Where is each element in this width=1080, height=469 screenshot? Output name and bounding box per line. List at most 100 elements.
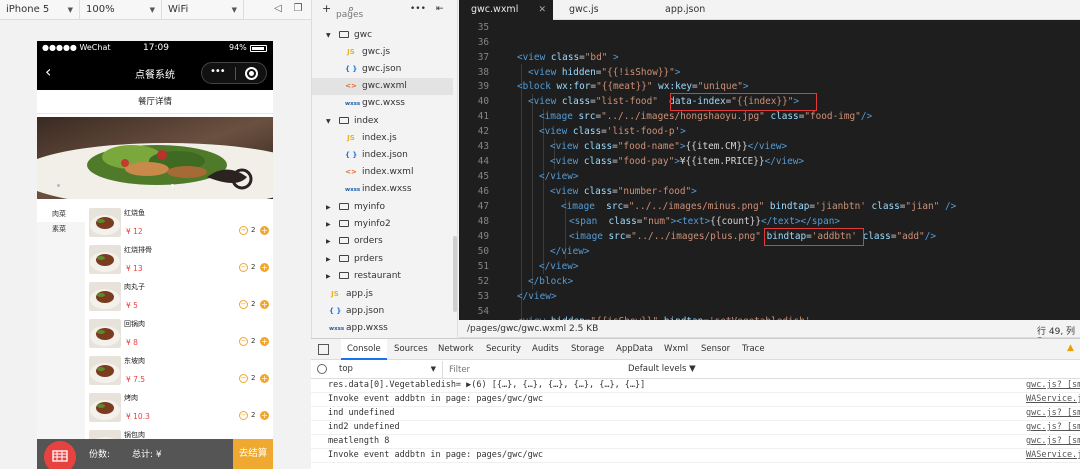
- tree-file-index-json[interactable]: { } index.json: [312, 147, 458, 164]
- code-line: <view class="food-name">{{item.CM}}</vie…: [550, 141, 788, 152]
- filter-input[interactable]: [449, 362, 609, 377]
- minus-icon[interactable]: −: [239, 226, 248, 235]
- tab-sensor[interactable]: Sensor: [695, 339, 736, 360]
- minus-icon[interactable]: −: [239, 263, 248, 272]
- tree-file-index-wxss[interactable]: wxss index.wxss: [312, 181, 458, 198]
- food-item: 回锅肉 ¥ 8 − 2 +: [87, 315, 273, 352]
- zoom-label: 100%: [86, 4, 115, 15]
- tree-file-index-js[interactable]: JS index.js: [312, 130, 458, 147]
- tab-gwc-wxml[interactable]: gwc.wxml ✕: [459, 0, 553, 20]
- tab-storage[interactable]: Storage: [565, 339, 610, 360]
- devtools-panel: Console Sources Network Security Audits …: [311, 338, 1080, 469]
- minus-icon[interactable]: −: [239, 337, 248, 346]
- log-source-link[interactable]: gwc.js? [sm]: [1026, 422, 1080, 432]
- more-dots-icon[interactable]: •••: [210, 66, 226, 77]
- code-editor[interactable]: 35 36 37 38 39 40 41 42 43 44 45 46 47 4…: [459, 20, 1080, 320]
- plus-icon[interactable]: +: [260, 263, 269, 272]
- tab-console[interactable]: Console: [341, 339, 387, 360]
- tab-audits[interactable]: Audits: [526, 339, 565, 360]
- food-name: 红烧排骨: [124, 246, 152, 254]
- context-select[interactable]: top ▼: [339, 361, 443, 378]
- checkout-button[interactable]: 去结算: [233, 439, 273, 469]
- volume-icon[interactable]: ◁: [272, 3, 284, 15]
- cart-icon[interactable]: [44, 441, 76, 469]
- food-count: 2: [251, 226, 256, 234]
- tab-trace[interactable]: Trace: [736, 339, 771, 360]
- add-file-icon[interactable]: +: [322, 2, 331, 15]
- explorer-scrollbar[interactable]: [453, 236, 457, 312]
- food-name: 肉丸子: [124, 283, 145, 291]
- tree-folder-gwc[interactable]: ▼ gwc: [312, 27, 458, 44]
- zoom-select[interactable]: 100% ▼: [80, 0, 162, 20]
- folder-icon: [339, 117, 349, 124]
- tree-folder-myinfo[interactable]: ▶ myinfo: [312, 199, 458, 216]
- banner-indicator[interactable]: [57, 184, 60, 187]
- wxml-file-icon: <>: [345, 82, 357, 90]
- food-price: ¥ 8: [126, 338, 138, 347]
- food-image: [89, 393, 121, 422]
- tree-folder-prders[interactable]: ▶ prders: [312, 251, 458, 268]
- console-log-line: meatlength 8 gwc.js? [sm]: [311, 435, 1080, 449]
- tab-app-json[interactable]: app.json: [653, 0, 743, 20]
- chevron-right-icon: ▶: [326, 273, 331, 280]
- plus-icon[interactable]: +: [260, 374, 269, 383]
- tree-file-gwc-js[interactable]: JS gwc.js: [312, 44, 458, 61]
- minus-icon[interactable]: −: [239, 300, 248, 309]
- minus-icon[interactable]: −: [239, 411, 248, 420]
- tab-security[interactable]: Security: [480, 339, 527, 360]
- tab-gwc-js[interactable]: gwc.js: [557, 0, 647, 20]
- minus-icon[interactable]: −: [239, 374, 248, 383]
- tree-file-app-wxss[interactable]: wxss app.wxss: [312, 320, 458, 337]
- banner-indicator-active[interactable]: [171, 184, 174, 187]
- tree-file-gwc-wxss[interactable]: wxss gwc.wxss: [312, 95, 458, 112]
- log-source-link[interactable]: gwc.js? [sm]: [1026, 380, 1080, 390]
- tree-file-app-json[interactable]: { } app.json: [312, 303, 458, 320]
- food-image: [89, 319, 121, 348]
- console-log-line: res.data[0].Vegetabledish= ▶(6) [{…}, {……: [311, 379, 1080, 393]
- clear-console-icon[interactable]: [317, 364, 327, 374]
- log-source-link[interactable]: gwc.js? [sm]: [1026, 408, 1080, 418]
- plus-icon[interactable]: +: [260, 300, 269, 309]
- log-message: meatlength 8: [328, 436, 390, 446]
- tree-folder-pages[interactable]: pages: [336, 10, 458, 20]
- category-item[interactable]: 肉菜: [37, 207, 85, 222]
- tab-appdata[interactable]: AppData: [610, 339, 659, 360]
- levels-select[interactable]: Default levels ▼: [628, 364, 696, 374]
- log-source-link[interactable]: WAService.js: [1026, 450, 1080, 460]
- close-mini-program-icon[interactable]: [245, 67, 258, 80]
- code-line: </view>: [539, 261, 579, 272]
- close-icon[interactable]: ✕: [538, 0, 546, 20]
- category-item[interactable]: 素菜: [37, 222, 85, 237]
- plus-icon[interactable]: +: [260, 226, 269, 235]
- warning-icon[interactable]: ▲: [1067, 343, 1074, 353]
- plus-icon[interactable]: +: [260, 337, 269, 346]
- tree-file-gwc-json[interactable]: { } gwc.json: [312, 61, 458, 78]
- code-line: </view>: [539, 171, 579, 182]
- tree-file-gwc-wxml[interactable]: <> gwc.wxml: [312, 78, 453, 95]
- tree-folder-restaurant[interactable]: ▶ restaurant: [312, 268, 458, 285]
- tree-folder-orders[interactable]: ▶ orders: [312, 233, 458, 250]
- tree-folder-index[interactable]: ▼ index: [312, 113, 458, 130]
- plus-icon[interactable]: +: [260, 411, 269, 420]
- tree-file-index-wxml[interactable]: <> index.wxml: [312, 164, 458, 181]
- tab-wxml[interactable]: Wxml: [658, 339, 694, 360]
- js-file-icon: JS: [347, 48, 355, 56]
- tab-label: gwc.wxml: [471, 4, 519, 15]
- network-select[interactable]: WiFi ▼: [162, 0, 244, 20]
- inspect-icon[interactable]: [318, 344, 329, 355]
- wxml-file-icon: <>: [345, 168, 357, 176]
- tree-folder-myinfo2[interactable]: ▶ myinfo2: [312, 216, 458, 233]
- line-number: 43: [477, 141, 489, 152]
- log-source-link[interactable]: gwc.js? [sm]: [1026, 436, 1080, 446]
- food-list: 红烧鱼 ¥ 12 − 2 + 红烧排骨 ¥ 13 − 2 + 肉丸子 ¥ 5 −…: [87, 204, 273, 442]
- tree-item-label: orders: [354, 236, 383, 246]
- capsule-menu[interactable]: •••: [201, 62, 267, 84]
- log-source-link[interactable]: WAService.js: [1026, 394, 1080, 404]
- device-select[interactable]: iPhone 5 ▼: [0, 0, 80, 20]
- popout-icon[interactable]: ❐: [292, 3, 304, 15]
- line-number: 54: [477, 306, 489, 317]
- tree-file-app-js[interactable]: JS app.js: [312, 286, 458, 303]
- tab-sources[interactable]: Sources: [388, 339, 434, 360]
- tab-network[interactable]: Network: [432, 339, 480, 360]
- food-image: [89, 245, 121, 274]
